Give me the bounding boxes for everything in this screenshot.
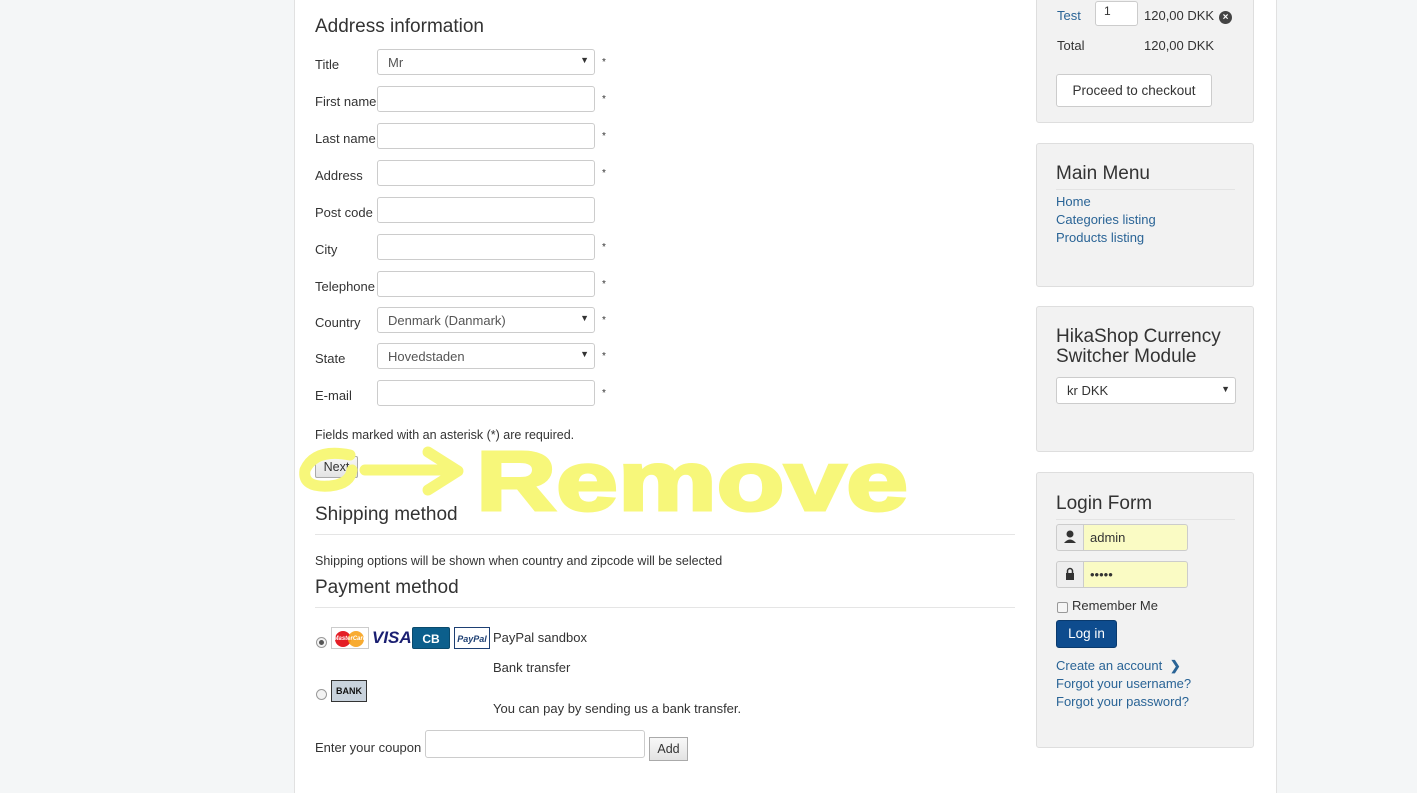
cb-logo: CB <box>412 627 450 649</box>
state-label: State <box>315 351 346 366</box>
first-name-input[interactable] <box>377 86 595 112</box>
menu-item-home[interactable]: Home <box>1056 194 1091 209</box>
post-code-label: Post code <box>315 205 373 220</box>
e-mail-label: E-mail <box>315 388 352 403</box>
menu-item-categories-listing[interactable]: Categories listing <box>1056 212 1156 227</box>
chevron-right-icon: ❯ <box>1169 658 1181 673</box>
bank-label: Bank transfer <box>493 660 571 675</box>
bank-logo: BANK <box>331 680 367 702</box>
state-value: Hovedstaden <box>388 349 465 364</box>
paypal-logo: PayPal <box>454 627 490 649</box>
telephone-input[interactable] <box>377 271 595 297</box>
cart-item-price: 120,00 DKK <box>1144 8 1215 23</box>
telephone-label: Telephone <box>315 279 375 294</box>
form-row-title: Title Mr ▼ * <box>315 49 635 77</box>
currency-module: HikaShop Currency Switcher Module kr DKK ▼ <box>1036 306 1254 452</box>
username-input[interactable]: admin <box>1084 524 1188 551</box>
country-select[interactable]: Denmark (Danmark) ▼ <box>377 307 595 333</box>
cart-quantity-input[interactable]: 1 <box>1095 1 1138 26</box>
country-label: Country <box>315 315 361 330</box>
remember-me-checkbox[interactable] <box>1057 602 1068 613</box>
username-group: admin <box>1056 524 1188 551</box>
city-input[interactable] <box>377 234 595 260</box>
e-mail-input[interactable] <box>377 380 595 406</box>
cart-module: Test 1 120,00 DKK × Total 120,00 DKK Pro… <box>1036 0 1254 123</box>
user-icon <box>1056 524 1084 551</box>
next-button[interactable]: Next <box>315 456 358 478</box>
state-required-marker: * <box>602 351 606 362</box>
mastercard-logo: MasterCard <box>331 627 369 649</box>
required-note: Fields marked with an asterisk (*) are r… <box>315 428 575 442</box>
country-required-marker: * <box>602 315 606 326</box>
login-module: Login Form admin ••••• Remember Me Log i… <box>1036 472 1254 748</box>
login-button[interactable]: Log in <box>1056 620 1117 648</box>
last-name-required-marker: * <box>602 131 606 142</box>
chevron-down-icon: ▼ <box>1221 384 1230 394</box>
payment-radio-paypal[interactable] <box>316 637 327 648</box>
remember-me-label: Remember Me <box>1072 598 1158 613</box>
coupon-input[interactable] <box>425 730 645 758</box>
form-row-state: State Hovedstaden ▼ * <box>315 343 635 371</box>
form-row-last-name: Last name * <box>315 123 635 151</box>
title-required-marker: * <box>602 57 606 68</box>
country-value: Denmark (Danmark) <box>388 313 506 328</box>
paypal-label: PayPal sandbox <box>493 630 587 645</box>
post-code-input[interactable] <box>377 197 595 223</box>
forgot-password-link[interactable]: Forgot your password? <box>1056 694 1189 709</box>
form-row-post-code: Post code <box>315 197 635 225</box>
coupon-label: Enter your coupon <box>315 740 422 755</box>
chevron-down-icon: ▼ <box>580 55 589 65</box>
add-coupon-button[interactable]: Add <box>649 737 688 761</box>
title-select[interactable]: Mr ▼ <box>377 49 595 75</box>
title-label: Title <box>315 57 340 72</box>
page-container: Address information Title Mr ▼ * First name *… <box>294 0 1277 793</box>
form-row-country: Country Denmark (Danmark) ▼ * <box>315 307 635 335</box>
cart-item-link[interactable]: Test <box>1057 8 1081 23</box>
main-menu-module: Main Menu Home Categories listing Produc… <box>1036 143 1254 287</box>
bank-description: You can pay by sending us a bank transfe… <box>493 701 742 716</box>
form-row-city: City * <box>315 234 635 262</box>
password-input[interactable]: ••••• <box>1084 561 1188 588</box>
main-menu-title: Main Menu <box>1056 163 1235 190</box>
last-name-input[interactable] <box>377 123 595 149</box>
address-label: Address <box>315 168 363 183</box>
address-section-title: Address information <box>315 16 484 37</box>
shipping-info: Shipping options will be shown when coun… <box>315 554 723 568</box>
forgot-username-link[interactable]: Forgot your username? <box>1056 676 1191 691</box>
lock-icon <box>1056 561 1084 588</box>
currency-select[interactable]: kr DKK ▼ <box>1056 377 1236 404</box>
cart-total-label: Total <box>1057 38 1085 53</box>
address-required-marker: * <box>602 168 606 179</box>
payment-radio-bank[interactable] <box>316 689 327 700</box>
form-row-address: Address * <box>315 160 635 188</box>
title-value: Mr <box>388 55 404 70</box>
currency-module-title: HikaShop Currency Switcher Module <box>1056 326 1221 367</box>
first-name-label: First name <box>315 94 377 109</box>
cart-total-value: 120,00 DKK <box>1144 38 1215 53</box>
chevron-down-icon: ▼ <box>580 349 589 359</box>
visa-logo: VISA <box>372 628 412 647</box>
city-label: City <box>315 242 338 257</box>
menu-item-products-listing[interactable]: Products listing <box>1056 230 1144 245</box>
password-group: ••••• <box>1056 561 1188 588</box>
chevron-down-icon: ▼ <box>580 313 589 323</box>
telephone-required-marker: * <box>602 279 606 290</box>
login-title: Login Form <box>1056 493 1235 520</box>
remove-icon[interactable]: × <box>1219 11 1232 24</box>
form-row-first-name: First name * <box>315 86 635 114</box>
state-select[interactable]: Hovedstaden ▼ <box>377 343 595 369</box>
proceed-to-checkout-button[interactable]: Proceed to checkout <box>1056 74 1212 107</box>
first-name-required-marker: * <box>602 94 606 105</box>
payment-section-title: Payment method <box>315 577 1015 608</box>
shipping-section-title: Shipping method <box>315 504 1015 535</box>
create-account-link[interactable]: Create an account ❯ <box>1056 658 1181 674</box>
form-row-telephone: Telephone * <box>315 271 635 299</box>
city-required-marker: * <box>602 242 606 253</box>
last-name-label: Last name <box>315 131 376 146</box>
address-input[interactable] <box>377 160 595 186</box>
form-row-e-mail: E-mail * <box>315 380 635 408</box>
e-mail-required-marker: * <box>602 388 606 399</box>
